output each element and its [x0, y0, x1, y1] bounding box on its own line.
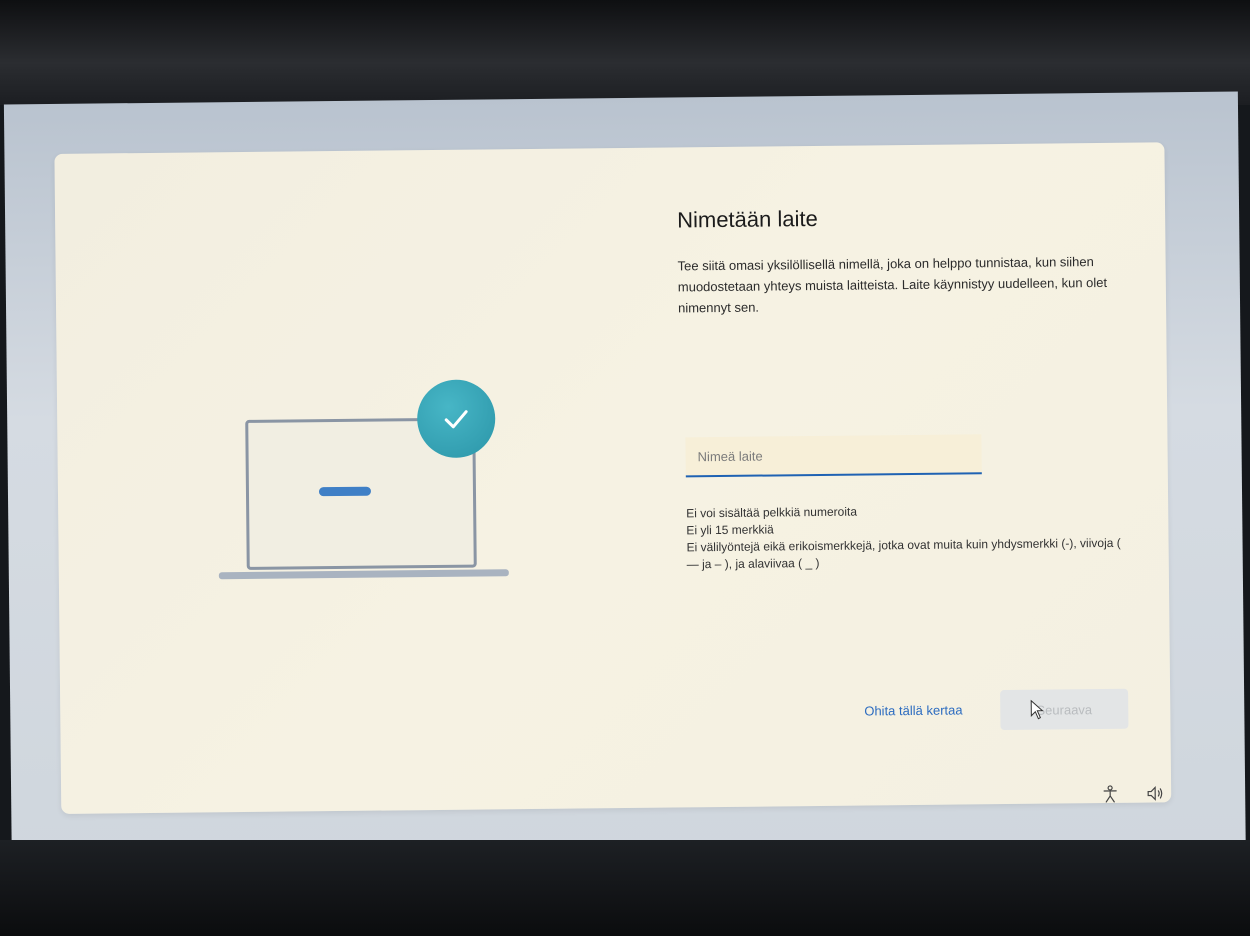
laptop-screen-bar	[318, 486, 372, 497]
monitor-bezel-bottom	[0, 840, 1250, 936]
device-illustration	[217, 379, 519, 602]
rule-item: Ei välilyöntejä eikä erikoismerkkejä, jo…	[686, 535, 1121, 572]
volume-icon[interactable]	[1145, 782, 1167, 804]
monitor-bezel-top	[0, 0, 1250, 105]
system-tray	[1099, 782, 1167, 805]
page-description: Tee siitä omasi yksilöllisellä nimellä, …	[677, 254, 1108, 316]
mouse-cursor-icon	[1030, 699, 1044, 720]
device-name-input[interactable]	[685, 434, 982, 478]
accessibility-icon[interactable]	[1099, 783, 1121, 805]
setup-card: Nimetään laite Tee siitä omasi yksilölli…	[54, 142, 1172, 814]
oobe-screen: Nimetään laite Tee siitä omasi yksilölli…	[3, 91, 1247, 895]
check-icon	[444, 410, 468, 429]
page-title: Nimetään laite	[677, 205, 818, 233]
check-badge	[416, 379, 496, 459]
laptop-base	[218, 569, 509, 580]
naming-rules: Ei voi sisältää pelkkiä numeroita Ei yli…	[686, 501, 1127, 574]
next-button[interactable]: Seuraava	[1000, 688, 1129, 731]
skip-link[interactable]: Ohita tällä kertaa	[864, 702, 962, 718]
